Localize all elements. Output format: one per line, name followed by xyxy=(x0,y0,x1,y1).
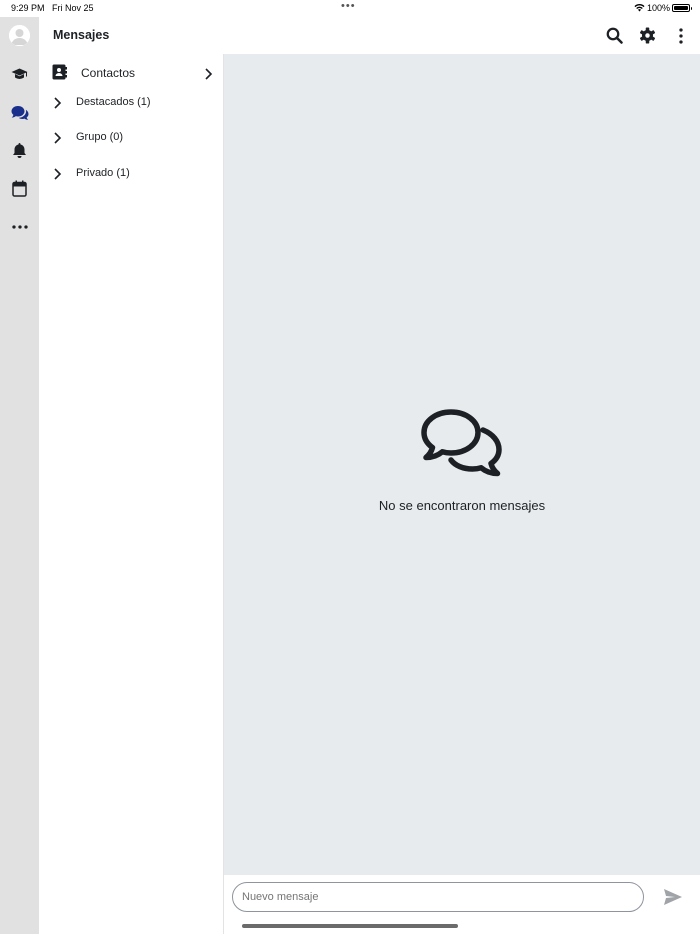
bell-icon[interactable] xyxy=(10,141,29,160)
search-icon[interactable] xyxy=(605,26,624,45)
battery-percent: 100% xyxy=(647,3,671,13)
chevron-right-icon xyxy=(53,131,62,144)
contacts-link[interactable]: Contactos xyxy=(39,58,223,88)
chevron-right-icon xyxy=(204,67,213,80)
section-starred[interactable]: Destacados (1) xyxy=(39,89,223,115)
status-time: 9:29 PM xyxy=(11,3,45,13)
chevron-right-icon xyxy=(53,96,62,109)
contacts-label: Contactos xyxy=(81,66,136,80)
send-icon[interactable] xyxy=(663,888,683,906)
section-group-label: Grupo (0) xyxy=(76,131,124,143)
calendar-icon[interactable] xyxy=(10,179,29,198)
new-message-input[interactable] xyxy=(232,882,644,912)
empty-state-message: No se encontraron mensajes xyxy=(378,498,546,513)
chevron-right-icon xyxy=(53,167,62,180)
avatar[interactable] xyxy=(9,25,30,46)
page-title: Mensajes xyxy=(53,28,110,42)
more-vertical-icon[interactable] xyxy=(671,26,690,45)
screen: 9:29 PM Fri Nov 25 ••• 100% Mensajes Con… xyxy=(0,0,700,934)
message-area: No se encontraron mensajes xyxy=(224,54,700,875)
battery-icon xyxy=(672,4,692,12)
status-bar: 9:29 PM Fri Nov 25 ••• 100% xyxy=(0,0,700,17)
section-starred-label: Destacados (1) xyxy=(76,96,151,108)
chat-bubbles-icon xyxy=(420,408,504,478)
conversation-list-panel: Contactos Destacados (1) Grupo (0) Priva… xyxy=(39,54,224,934)
multitask-dots[interactable]: ••• xyxy=(341,1,356,12)
more-horizontal-icon[interactable] xyxy=(10,217,29,236)
address-book-icon xyxy=(52,64,67,80)
chat-bubbles-icon[interactable] xyxy=(10,103,29,122)
section-group[interactable]: Grupo (0) xyxy=(39,124,223,150)
gear-icon[interactable] xyxy=(638,26,657,45)
section-private[interactable]: Privado (1) xyxy=(39,160,223,186)
home-indicator[interactable] xyxy=(242,924,458,928)
section-private-label: Privado (1) xyxy=(76,167,130,179)
nav-rail xyxy=(0,17,39,934)
status-date: Fri Nov 25 xyxy=(52,3,94,13)
wifi-icon xyxy=(634,3,645,12)
header: Mensajes xyxy=(39,17,700,54)
graduation-cap-icon[interactable] xyxy=(10,64,29,83)
